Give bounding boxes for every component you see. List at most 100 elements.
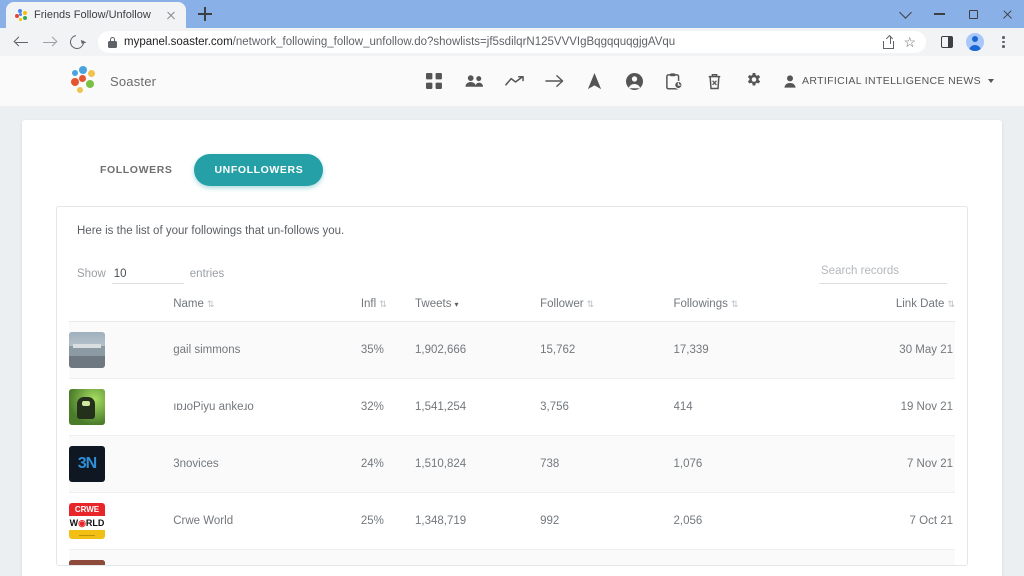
col-follower[interactable]: Follower ⇅: [540, 298, 674, 322]
browser-toolbar: mypanel.soaster.com/network_following_fo…: [0, 28, 1024, 56]
search-placeholder: Search records: [821, 265, 899, 277]
address-bar[interactable]: mypanel.soaster.com/network_following_fo…: [98, 31, 926, 53]
col-avatar: [69, 298, 174, 322]
chevron-down-icon: [988, 79, 994, 83]
row-avatar-cell: 3N: [69, 435, 174, 493]
url-text: mypanel.soaster.com/network_following_fo…: [124, 36, 876, 48]
profile-avatar[interactable]: [962, 29, 988, 55]
tab-close-icon[interactable]: [164, 8, 178, 22]
sort-icon: ⇅: [947, 299, 955, 309]
row-tweets: 1,510,824: [415, 435, 541, 493]
minimize-button[interactable]: [922, 0, 956, 28]
bookmark-icon[interactable]: ☆: [903, 35, 916, 49]
url-host: mypanel.soaster.com: [124, 36, 233, 48]
entries-select[interactable]: 10: [111, 268, 184, 284]
sort-desc-icon: ▾: [454, 300, 459, 309]
avatar: [69, 560, 105, 565]
lock-icon: [108, 36, 117, 48]
gear-icon[interactable]: [734, 61, 774, 101]
brand-name: Soaster: [110, 73, 157, 89]
row-name: ıɒɹoPiyu ankeɹo: [173, 378, 361, 436]
person-icon: [784, 74, 796, 88]
col-link-date-label: Link Date: [895, 298, 945, 310]
row-followings: 17,339: [673, 321, 841, 379]
col-name-label: Name: [173, 298, 204, 310]
row-avatar-cell: [69, 378, 174, 436]
forward-button[interactable]: [36, 29, 62, 55]
table-row[interactable]: 3N 3novices 24% 1,510,824 738 1,076 7 No…: [69, 435, 955, 493]
sort-icon: ⇅: [730, 299, 739, 309]
share-icon[interactable]: [883, 34, 896, 49]
trending-icon[interactable]: [494, 61, 534, 101]
side-panel-button[interactable]: [934, 29, 960, 55]
user-menu[interactable]: ARTIFICIAL INTELLIGENCE NEWS: [784, 74, 1000, 88]
row-follower: 3,756: [540, 378, 674, 436]
reload-button[interactable]: [64, 29, 90, 55]
col-infl[interactable]: Infl ⇅: [360, 298, 416, 322]
table-row[interactable]: Sahel Diab 38% 1,345,261 16,570 683 18 S…: [69, 549, 955, 565]
table-header-row: Name ⇅ Infl ⇅ Tweets ▾ Follower ⇅ Follow…: [69, 298, 955, 322]
table-controls: Show 10 entries Search records: [69, 261, 955, 284]
account-circle-icon[interactable]: [614, 61, 654, 101]
soaster-logo-icon: [70, 66, 100, 96]
table-row[interactable]: CRWE W◉RLD ———— Crwe World 25% 1,348,719…: [69, 492, 955, 550]
row-avatar-cell: CRWE W◉RLD ————: [69, 492, 174, 550]
new-tab-button[interactable]: [192, 1, 218, 27]
panel-hint: Here is the list of your followings that…: [77, 225, 345, 237]
row-link-date: 30 May 21: [840, 321, 955, 379]
trash-icon[interactable]: [694, 61, 734, 101]
clipboard-clock-icon[interactable]: [654, 61, 694, 101]
row-tweets: 1,345,261: [415, 549, 541, 565]
row-follower: 16,570: [540, 549, 674, 565]
row-followings: 414: [673, 378, 841, 436]
row-infl: 32%: [360, 378, 416, 436]
sort-icon: ⇅: [206, 299, 215, 309]
navigation-icon[interactable]: [574, 61, 614, 101]
avatar: [69, 332, 105, 368]
window-controls: [888, 0, 1024, 28]
row-link-date: 19 Nov 21: [840, 378, 955, 436]
soaster-logo-icon: [14, 8, 27, 22]
browser-tab[interactable]: Friends Follow/Unfollow: [6, 2, 186, 28]
dashboard-icon[interactable]: [414, 61, 454, 101]
tab-search-button[interactable]: [888, 0, 922, 28]
row-infl: 24%: [360, 435, 416, 493]
row-link-date: 18 Sep 21: [840, 549, 955, 565]
col-tweets-label: Tweets: [415, 298, 452, 310]
tab-strip: Friends Follow/Unfollow: [0, 0, 1024, 28]
tab-followers[interactable]: FOLLOWERS: [80, 154, 192, 186]
row-name: Crwe World: [173, 492, 361, 550]
tab-unfollowers[interactable]: UNFOLLOWERS: [194, 154, 324, 186]
arrow-right-icon[interactable]: [534, 61, 574, 101]
entries-label: entries: [189, 268, 225, 280]
tab-title: Friends Follow/Unfollow: [34, 9, 151, 21]
browser-menu-button[interactable]: [990, 29, 1016, 55]
col-followings-label: Followings: [673, 298, 728, 310]
row-tweets: 1,541,254: [415, 378, 541, 436]
col-link-date[interactable]: Link Date ⇅: [840, 298, 955, 322]
people-icon[interactable]: [454, 61, 494, 101]
page-content: Soaster ARTIFICIAL INTELLIGENCE NEWS FOL…: [0, 56, 1024, 576]
row-tweets: 1,348,719: [415, 492, 541, 550]
table-row[interactable]: gail simmons 35% 1,902,666 15,762 17,339…: [69, 321, 955, 379]
close-window-button[interactable]: [990, 0, 1024, 28]
back-button[interactable]: [8, 29, 34, 55]
row-avatar-cell: [69, 321, 174, 379]
avatar: 3N: [69, 446, 105, 482]
col-tweets[interactable]: Tweets ▾: [415, 298, 541, 322]
row-link-date: 7 Oct 21: [840, 492, 955, 550]
app-navbar: Soaster ARTIFICIAL INTELLIGENCE NEWS: [0, 56, 1024, 106]
url-path: /network_following_follow_unfollow.do?sh…: [232, 36, 676, 48]
row-infl: 38%: [360, 549, 416, 565]
show-entries-control: Show 10 entries: [77, 268, 224, 284]
records-table: Name ⇅ Infl ⇅ Tweets ▾ Follower ⇅ Follow…: [69, 298, 955, 565]
avatar: CRWE W◉RLD ————: [69, 503, 105, 539]
col-name[interactable]: Name ⇅: [173, 298, 361, 322]
brand[interactable]: Soaster: [70, 66, 156, 96]
avatar: [69, 389, 105, 425]
search-input[interactable]: Search records: [819, 261, 947, 284]
table-row[interactable]: ıɒɹoPiyu ankeɹo 32% 1,541,254 3,756 414 …: [69, 378, 955, 436]
maximize-button[interactable]: [956, 0, 990, 28]
row-tweets: 1,902,666: [415, 321, 541, 379]
col-followings[interactable]: Followings ⇅: [673, 298, 841, 322]
